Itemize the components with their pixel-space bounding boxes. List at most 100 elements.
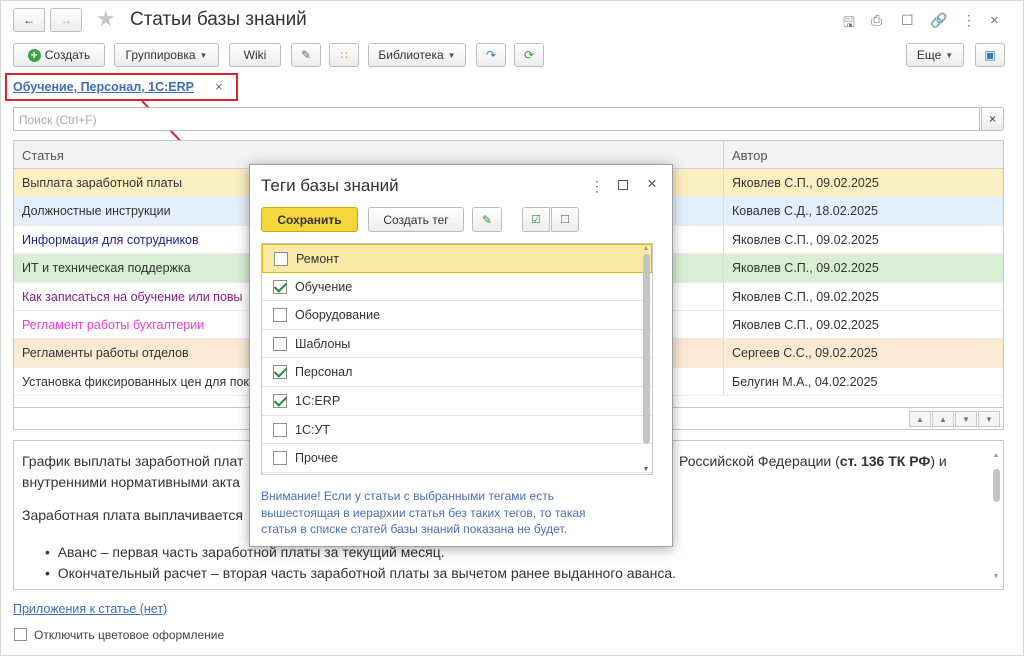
color-dots-icon: ∷: [340, 49, 348, 62]
dialog-more-icon[interactable]: ⋮: [590, 178, 604, 195]
article-cell: Должностные инструкции: [22, 204, 171, 219]
scroll-up-icon: ▲: [992, 452, 1000, 459]
cell-separator: [723, 169, 724, 197]
author-cell: Яковлев С.П., 09.02.2025: [732, 261, 879, 276]
tag-item[interactable]: 1С:ERP: [262, 387, 652, 416]
refresh-button[interactable]: ⟳: [514, 43, 544, 67]
scroll-up-icon: ▲: [642, 245, 650, 252]
tag-item[interactable]: Обучение: [262, 273, 652, 302]
tag-item[interactable]: Персонал: [262, 358, 652, 387]
check-all-button[interactable]: ☑: [522, 207, 550, 232]
edit-tags-button[interactable]: ✎: [291, 43, 321, 67]
bullet-text: Окончательный расчет – вторая часть зара…: [57, 565, 677, 581]
filter-tag-link[interactable]: Обучение, Персонал, 1С:ERP: [13, 80, 194, 94]
tag-checkbox[interactable]: [273, 451, 287, 466]
save-disk-icon[interactable]: 🖫: [843, 12, 855, 36]
window-settings-icon: ▣: [984, 48, 996, 62]
window-title: Статьи базы знаний: [130, 9, 307, 30]
wiki-button[interactable]: Wiki: [229, 43, 281, 67]
cell-separator: [723, 225, 724, 254]
column-separator: [723, 141, 724, 168]
uncheck-all-button[interactable]: ☐: [551, 207, 579, 232]
edit-tag-button[interactable]: ✎: [472, 207, 502, 232]
author-cell: Яковлев С.П., 09.02.2025: [732, 317, 879, 332]
create-button[interactable]: + Создать: [13, 43, 105, 67]
pencil-tag-icon: ✎: [300, 48, 312, 62]
tag-checkbox[interactable]: [273, 279, 287, 294]
more-vertical-icon[interactable]: ⋮: [962, 12, 976, 29]
grouping-button[interactable]: Группировка ▼: [114, 43, 219, 67]
back-button[interactable]: ←: [13, 8, 45, 32]
bullet-item: • Окончательный расчет – вторая часть за…: [45, 565, 677, 581]
link-icon[interactable]: 🔗: [930, 12, 947, 29]
cell-separator: [723, 310, 724, 339]
article-cell: Информация для сотрудников: [22, 232, 199, 247]
favorite-star-icon[interactable]: ★: [96, 6, 116, 32]
tag-item[interactable]: 1С:УТ: [262, 416, 652, 445]
tag-label: Обучение: [295, 279, 353, 294]
scroll-thumb[interactable]: [992, 469, 1000, 502]
content-line3: Заработная плата выплачивается: [22, 507, 243, 523]
colors-button[interactable]: ∷: [329, 43, 359, 67]
article-cell: Выплата заработной платы: [22, 176, 182, 190]
print-icon[interactable]: ⎙: [871, 12, 882, 29]
author-cell: Ковалев С.Д., 18.02.2025: [732, 204, 878, 219]
scroll-down-icon: ▼: [642, 466, 650, 473]
tag-item[interactable]: Прочее: [262, 444, 652, 473]
forward-button[interactable]: →: [50, 8, 82, 32]
chevron-down-icon: ▼: [447, 50, 456, 60]
preview-icon[interactable]: ☐: [901, 12, 914, 29]
arrow-right-icon: →: [60, 13, 72, 27]
column-article[interactable]: Статья: [22, 148, 64, 163]
grouping-label: Группировка: [125, 48, 196, 62]
tag-checkbox[interactable]: [273, 336, 287, 351]
plus-circle-icon: +: [27, 48, 41, 62]
structure-button[interactable]: ↷: [476, 43, 506, 67]
author-cell: Яковлев С.П., 09.02.2025: [732, 176, 879, 190]
arrow-left-icon: ←: [23, 13, 35, 27]
tag-checkbox[interactable]: [273, 393, 287, 408]
content-scrollbar[interactable]: ▲ ▼: [991, 445, 1001, 587]
cell-separator: [723, 282, 724, 310]
dialog-close-icon[interactable]: ×: [647, 174, 657, 194]
tag-checkbox[interactable]: [273, 422, 287, 437]
create-tag-button[interactable]: Создать тег: [368, 207, 464, 232]
tag-checkbox[interactable]: [273, 308, 287, 323]
disable-color-label: Отключить цветовое оформление: [34, 628, 225, 642]
tags-scrollbar[interactable]: ▲ ▼: [641, 245, 651, 473]
first-row-icon[interactable]: ▲: [909, 411, 931, 427]
article-cell: Как записаться на обучение или повы: [22, 289, 243, 304]
disable-color-checkbox[interactable]: [14, 628, 27, 641]
close-icon[interactable]: ×: [990, 12, 999, 29]
tag-checkbox[interactable]: [273, 365, 287, 380]
next-row-icon[interactable]: ▼: [955, 411, 977, 427]
filter-tag-close-icon[interactable]: ×: [215, 79, 223, 94]
tag-checkbox[interactable]: [274, 252, 288, 266]
content-line1-end-pre: Российской Федерации (: [679, 453, 840, 469]
tag-item[interactable]: Оборудование: [262, 301, 652, 330]
content-line1-end: Российской Федерации (ст. 136 ТК РФ) и: [679, 451, 947, 472]
tags-list-body: Ремонт Обучение Оборудование Шаблоны Персона…: [262, 244, 652, 473]
law-reference: ст. 136 ТК РФ: [839, 453, 931, 469]
tag-item[interactable]: Шаблоны: [262, 330, 652, 359]
tag-label: Ремонт: [296, 252, 339, 266]
save-button[interactable]: Сохранить: [261, 207, 358, 232]
dialog-warning: Внимание! Если у статьи с выбранными тег…: [261, 489, 586, 536]
scroll-thumb[interactable]: [642, 254, 650, 444]
attachments-link[interactable]: Приложения к статье (нет): [13, 602, 167, 616]
search-input[interactable]: Поиск (Ctrl+F): [13, 107, 980, 131]
last-row-icon[interactable]: ▼: [978, 411, 1000, 427]
search-clear-button[interactable]: ×: [981, 107, 1004, 131]
create-tag-label: Создать тег: [383, 212, 449, 227]
dialog-maximize-icon[interactable]: [618, 180, 628, 190]
column-author[interactable]: Автор: [732, 148, 768, 163]
library-button[interactable]: Библиотека ▼: [368, 43, 466, 67]
prev-row-icon[interactable]: ▲: [932, 411, 954, 427]
create-button-label: Создать: [44, 48, 91, 62]
more-button[interactable]: Еще ▼: [906, 43, 964, 67]
tag-label: Оборудование: [295, 308, 381, 323]
hierarchy-icon: ↷: [485, 48, 497, 62]
cell-separator: [723, 367, 724, 396]
tag-item[interactable]: Ремонт: [262, 244, 652, 273]
settings-button[interactable]: ▣: [975, 43, 1005, 67]
